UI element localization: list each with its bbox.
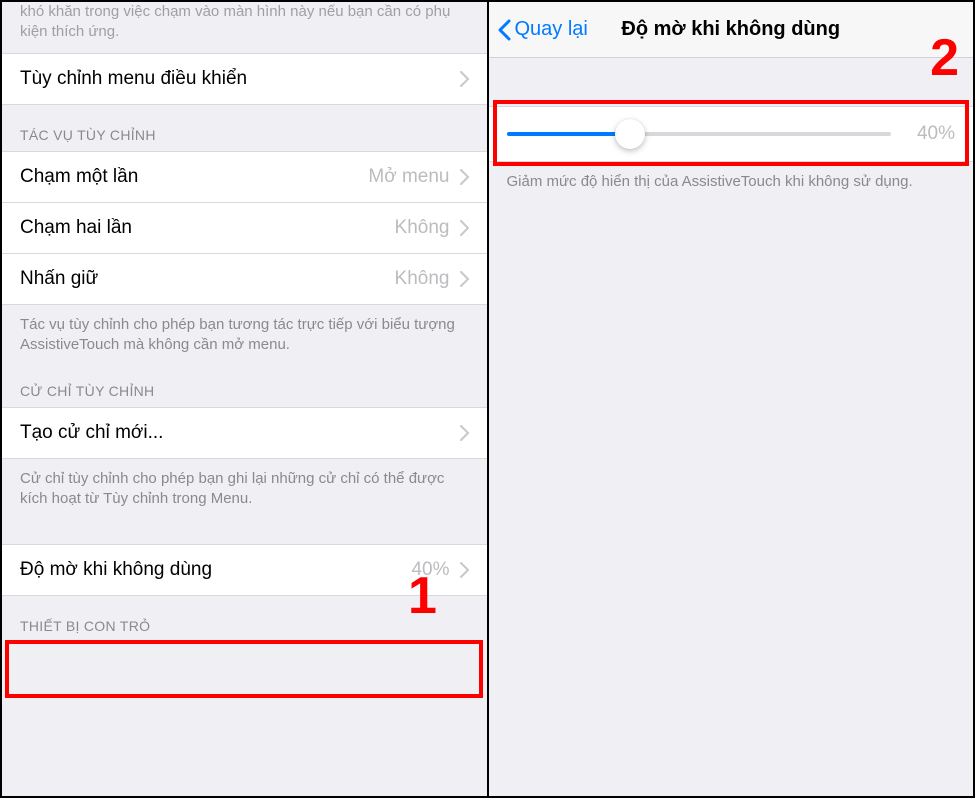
double-tap-row[interactable]: Chạm hai lần Không xyxy=(2,203,487,254)
single-tap-value: Mở menu xyxy=(368,166,449,188)
annotation-highlight-1 xyxy=(5,640,483,698)
long-press-row[interactable]: Nhấn giữ Không xyxy=(2,254,487,305)
slider-footer: Giảm mức độ hiển thị của AssistiveTouch … xyxy=(489,162,974,198)
idle-opacity-label: Độ mờ khi không dùng xyxy=(20,559,411,581)
chevron-right-icon xyxy=(460,562,469,578)
create-gesture-label: Tạo cử chỉ mới... xyxy=(20,422,460,444)
single-tap-row[interactable]: Chạm một lần Mở menu xyxy=(2,151,487,203)
opacity-slider[interactable] xyxy=(507,132,892,136)
settings-right-pane: Quay lại Độ mờ khi không dùng 40% Giảm m… xyxy=(489,2,974,796)
custom-gestures-footer: Cử chỉ tùy chỉnh cho phép bạn ghi lại nh… xyxy=(2,459,487,516)
chevron-left-icon xyxy=(497,19,511,41)
custom-gestures-header: CỬ CHỈ TÙY CHỈNH xyxy=(2,361,487,407)
chevron-right-icon xyxy=(460,271,469,287)
custom-actions-header: TÁC VỤ TÙY CHỈNH xyxy=(2,105,487,151)
customize-menu-label: Tùy chỉnh menu điều khiển xyxy=(20,68,460,90)
nav-bar: Quay lại Độ mờ khi không dùng xyxy=(489,2,974,58)
chevron-right-icon xyxy=(460,425,469,441)
back-button[interactable]: Quay lại xyxy=(497,18,588,41)
chevron-right-icon xyxy=(460,220,469,236)
chevron-right-icon xyxy=(460,169,469,185)
settings-left-pane: khó khăn trong việc chạm vào màn hình nà… xyxy=(2,2,489,796)
chevron-right-icon xyxy=(460,71,469,87)
long-press-label: Nhấn giữ xyxy=(20,268,395,290)
slider-fill xyxy=(507,132,630,136)
single-tap-label: Chạm một lần xyxy=(20,166,368,188)
custom-actions-footer: Tác vụ tùy chỉnh cho phép bạn tương tác … xyxy=(2,305,487,362)
back-label: Quay lại xyxy=(515,18,588,41)
annotation-number-1: 1 xyxy=(408,570,437,622)
annotation-number-2: 2 xyxy=(930,32,959,84)
page-title: Độ mờ khi không dùng xyxy=(621,18,840,41)
double-tap-value: Không xyxy=(395,217,450,239)
slider-percent-label: 40% xyxy=(905,123,955,145)
intro-text: khó khăn trong việc chạm vào màn hình nà… xyxy=(2,2,487,53)
create-gesture-row[interactable]: Tạo cử chỉ mới... xyxy=(2,407,487,459)
double-tap-label: Chạm hai lần xyxy=(20,217,395,239)
long-press-value: Không xyxy=(395,268,450,290)
opacity-slider-row: 40% xyxy=(489,106,974,162)
slider-thumb[interactable] xyxy=(615,119,645,149)
customize-menu-row[interactable]: Tùy chỉnh menu điều khiển xyxy=(2,53,487,105)
